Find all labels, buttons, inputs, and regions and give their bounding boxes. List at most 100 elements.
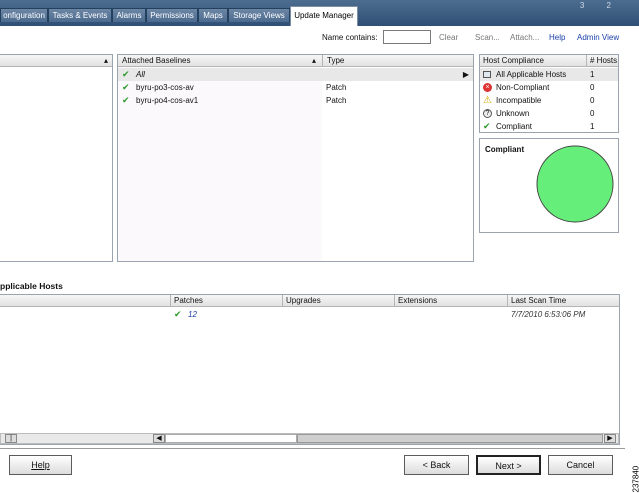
compliance-row-unknown[interactable]: ? Unknown 0 (480, 107, 618, 120)
column-divider (282, 295, 283, 307)
compliance-row-incompatible[interactable]: ⚠ Incompatible 0 (480, 94, 618, 107)
tab-label: Storage Views (233, 11, 285, 20)
unknown-icon: ? (483, 109, 492, 118)
chart-title: Compliant (485, 145, 525, 154)
check-icon: ✔ (174, 309, 182, 319)
last-scan-time: 7/7/2010 6:53:06 PM (511, 310, 586, 319)
sort-icon: ▴ (312, 56, 317, 65)
check-icon: ✔ (122, 82, 130, 92)
compliance-label: Compliant (496, 122, 533, 131)
col-type[interactable]: Type (327, 55, 344, 67)
scrollbar-thumb[interactable] (297, 434, 603, 443)
tab-maps[interactable]: Maps (198, 8, 228, 22)
clear-link[interactable]: Clear (439, 33, 458, 42)
baselines-pane: Attached Baselines ▴ Type ✔ All ▶ ✔ byru… (117, 54, 474, 262)
check-icon: ✔ (122, 69, 130, 79)
next-button-label: Next > (495, 461, 522, 471)
pie-slice-compliant (536, 145, 614, 223)
tab-label: Tasks & Events (52, 11, 108, 20)
horizontal-scrollbar[interactable]: | ◀ ▶ (0, 433, 619, 444)
compliance-chart-panel: Compliant (479, 138, 619, 233)
column-divider (507, 295, 508, 307)
compliance-row-all[interactable]: All Applicable Hosts 1 (480, 68, 618, 81)
column-divider (394, 295, 395, 307)
compliance-count: 1 (590, 122, 595, 131)
compliance-count: 1 (590, 70, 595, 79)
table-row[interactable]: ✔ 12 7/7/2010 6:53:06 PM (0, 308, 619, 321)
cancel-button-label: Cancel (566, 460, 595, 470)
back-button-label: < Back (422, 460, 451, 470)
scroll-left-button[interactable]: ◀ (153, 434, 165, 443)
tab-label: Permissions (150, 11, 194, 20)
tab-storage-views[interactable]: Storage Views (228, 8, 290, 22)
compliance-label: Unknown (496, 109, 530, 118)
column-divider (322, 55, 323, 67)
baseline-name: byru-po3-cos-av (136, 83, 194, 92)
scrollbar-track[interactable] (165, 434, 297, 443)
baseline-name: All (136, 70, 145, 79)
compliance-count: 0 (590, 96, 595, 105)
host-compliance-pane: Host Compliance # Hosts All Applicable H… (479, 54, 619, 133)
baseline-row-all[interactable]: ✔ All ▶ (118, 68, 473, 81)
baseline-name: byru-po4-cos-av1 (136, 96, 199, 105)
figure-id: 237840 (631, 465, 639, 493)
compliance-row-non-compliant[interactable]: × Non-Compliant 0 (480, 81, 618, 94)
name-contains-label: Name contains: (322, 33, 378, 42)
warning-icon: ⚠ (483, 95, 492, 106)
all-hosts-icon (483, 71, 491, 78)
patches-count[interactable]: 12 (188, 308, 197, 321)
tab-label: Alarms (116, 11, 142, 20)
hosts-table-header: Patches Upgrades Extensions Last Scan Ti… (0, 295, 619, 307)
baseline-row[interactable]: ✔ byru-po4-cos-av1 Patch (118, 94, 473, 107)
col-attached-baselines[interactable]: Attached Baselines (122, 55, 191, 67)
col-extensions[interactable]: Extensions (398, 295, 437, 307)
compliance-label: Incompatible (496, 96, 542, 105)
col-patches[interactable]: Patches (174, 295, 203, 307)
scroll-right-button[interactable]: ▶ (604, 434, 616, 443)
baseline-type: Patch (326, 96, 347, 105)
host-compliance-header: Host Compliance # Hosts (480, 55, 618, 67)
help-button[interactable]: Help (9, 455, 72, 475)
baseline-type: Patch (326, 83, 347, 92)
inventory-header[interactable]: ▴ (0, 55, 112, 67)
expand-arrow-icon[interactable]: ▶ (463, 68, 469, 81)
col-upgrades[interactable]: Upgrades (286, 295, 321, 307)
help-link[interactable]: Help (549, 33, 565, 42)
column-divider (170, 295, 171, 307)
col-hosts[interactable]: # Hosts (590, 55, 617, 67)
tab-update-manager[interactable]: Update Manager (290, 6, 358, 26)
attach-link[interactable]: Attach... (510, 33, 539, 42)
help-button-label: Help (31, 460, 50, 470)
column-divider (586, 55, 587, 67)
tab-alarms[interactable]: Alarms (112, 8, 146, 22)
check-icon: ✔ (483, 121, 491, 131)
compliance-label: All Applicable Hosts (496, 70, 567, 79)
sort-icon: ▴ (103, 56, 108, 65)
applicable-hosts-title: pplicable Hosts (0, 281, 63, 291)
tab-label: onfiguration (3, 11, 45, 20)
compliance-row-compliant[interactable]: ✔ Compliant 1 (480, 120, 618, 133)
name-contains-input[interactable] (383, 30, 431, 44)
tab-strip: onfiguration Tasks & Events Alarms Permi… (0, 0, 639, 26)
scroll-left-icon[interactable]: | (5, 434, 17, 443)
compliance-pie-chart (536, 145, 614, 223)
col-host-compliance[interactable]: Host Compliance (483, 55, 544, 67)
compliance-count: 0 (590, 109, 595, 118)
tab-tasks-events[interactable]: Tasks & Events (48, 8, 112, 22)
cancel-button[interactable]: Cancel (548, 455, 613, 475)
next-button[interactable]: Next > (476, 455, 541, 475)
tab-permissions[interactable]: Permissions (146, 8, 198, 22)
baselines-header: Attached Baselines ▴ Type (118, 55, 473, 67)
compliance-label: Non-Compliant (496, 83, 550, 92)
admin-view-link[interactable]: Admin View (577, 33, 619, 42)
window-controls[interactable]: 3 2 (580, 1, 621, 10)
tab-configuration[interactable]: onfiguration (0, 8, 48, 22)
non-compliant-icon: × (483, 83, 492, 92)
col-last-scan-time[interactable]: Last Scan Time (511, 295, 566, 307)
scan-link[interactable]: Scan... (475, 33, 500, 42)
compliance-count: 0 (590, 83, 595, 92)
baseline-row[interactable]: ✔ byru-po3-cos-av Patch (118, 81, 473, 94)
back-button[interactable]: < Back (404, 455, 469, 475)
tab-label: Maps (203, 11, 223, 20)
divider (0, 448, 625, 449)
